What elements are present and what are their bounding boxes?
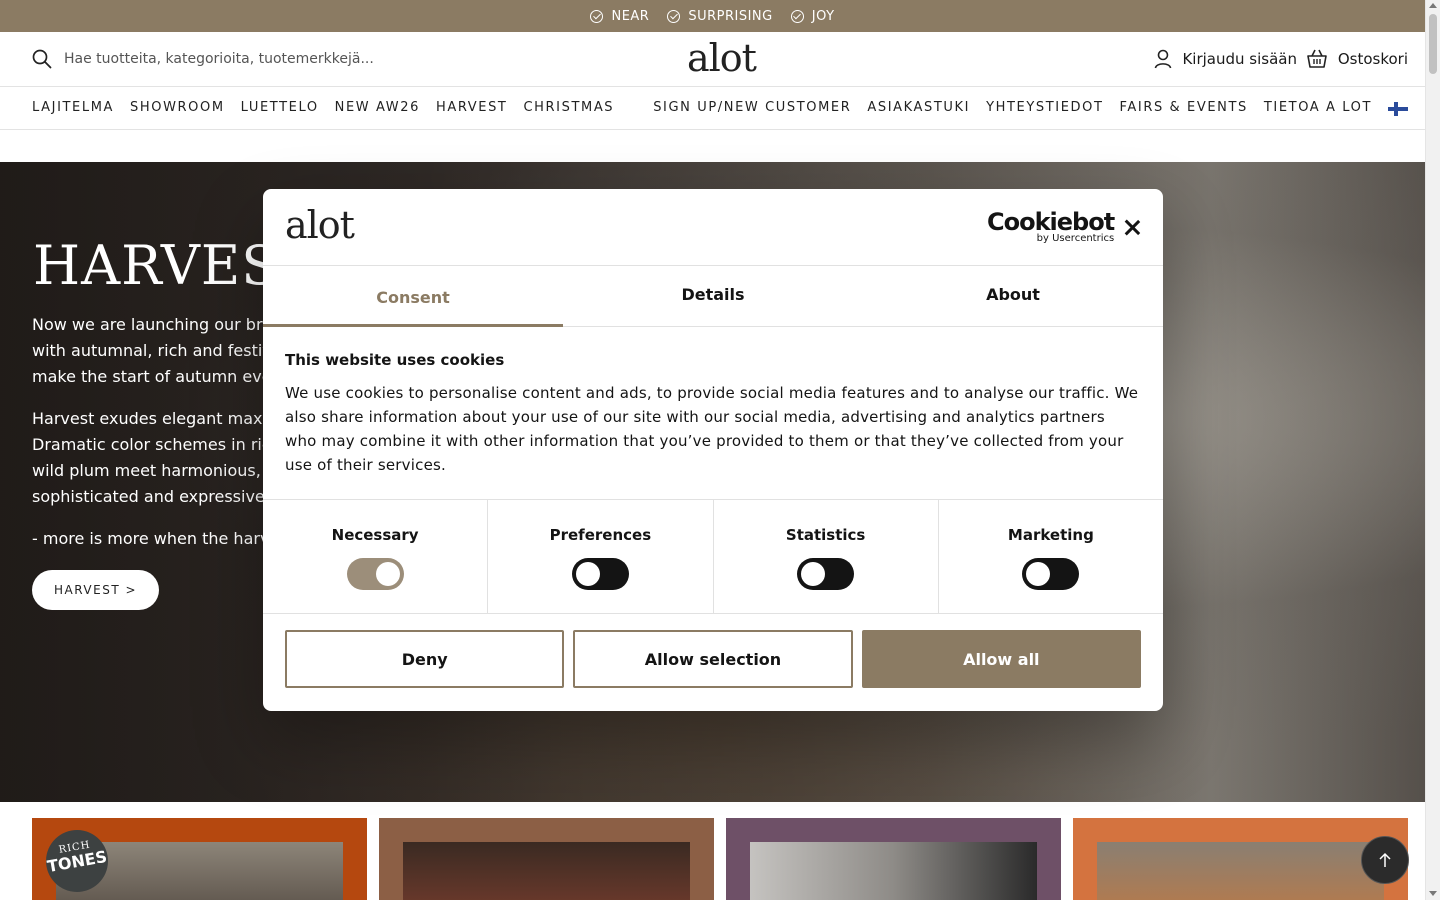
tab-about[interactable]: About bbox=[863, 266, 1163, 326]
provider-name: Cookiebot bbox=[987, 208, 1115, 236]
nav-item-showroom[interactable]: SHOWROOM bbox=[130, 100, 225, 115]
dialog-actions: Deny Allow selection Allow all bbox=[263, 614, 1163, 704]
check-circle-icon bbox=[790, 9, 804, 23]
product-tile[interactable] bbox=[379, 818, 714, 900]
search-bar[interactable] bbox=[32, 49, 394, 69]
deny-button[interactable]: Deny bbox=[285, 630, 565, 688]
usp-item: NEAR bbox=[590, 9, 649, 24]
usp-item: SURPRISING bbox=[667, 9, 772, 24]
usp-item: JOY bbox=[790, 8, 835, 24]
tab-details[interactable]: Details bbox=[563, 266, 863, 326]
nav-left: LAJITELMA SHOWROOM LUETTELO NEW AW26 HAR… bbox=[32, 100, 614, 115]
harvest-button[interactable]: HARVEST > bbox=[32, 570, 160, 610]
nav-item-asiakastuki[interactable]: ASIAKASTUKI bbox=[867, 100, 970, 115]
scroll-to-top-button[interactable] bbox=[1361, 836, 1409, 884]
category-label: Statistics bbox=[785, 526, 866, 544]
preferences-toggle[interactable] bbox=[571, 558, 629, 590]
basket-icon bbox=[1307, 49, 1327, 68]
category-label: Marketing bbox=[1007, 526, 1094, 544]
cookie-consent-dialog: alot Cookiebot by Usercentrics Consent D… bbox=[263, 189, 1163, 711]
statistics-toggle[interactable] bbox=[797, 558, 855, 590]
main-nav: LAJITELMA SHOWROOM LUETTELO NEW AW26 HAR… bbox=[0, 88, 1425, 130]
dialog-logo: alot bbox=[285, 203, 355, 247]
toggle-knob bbox=[801, 562, 826, 586]
nav-item-luettelo[interactable]: LUETTELO bbox=[241, 100, 319, 115]
toggle-knob bbox=[375, 562, 400, 586]
nav-item-harvest[interactable]: HARVEST bbox=[436, 100, 508, 115]
nav-item-christmas[interactable]: CHRISTMAS bbox=[523, 100, 614, 115]
login-label: Kirjaudu sisään bbox=[1182, 50, 1297, 68]
product-image bbox=[403, 842, 690, 900]
usp-label: SURPRISING bbox=[688, 8, 773, 24]
cart-link[interactable]: Ostoskori bbox=[1306, 49, 1408, 69]
category-necessary: Necessary bbox=[263, 500, 489, 613]
tab-consent[interactable]: Consent bbox=[263, 266, 563, 327]
hero-line: Harvest exudes elegant maxim bbox=[32, 409, 283, 428]
scroll-down-arrow-icon[interactable] bbox=[1429, 891, 1437, 896]
product-tile[interactable] bbox=[726, 818, 1061, 900]
category-label: Preferences bbox=[549, 526, 652, 544]
scrollbar-thumb[interactable] bbox=[1429, 14, 1437, 74]
check-circle-icon bbox=[590, 9, 604, 23]
category-statistics: Statistics bbox=[714, 500, 939, 613]
dialog-text: We use cookies to personalise content an… bbox=[285, 384, 1139, 474]
nav-item-lajitelma[interactable]: LAJITELMA bbox=[32, 100, 114, 115]
nav-item-fairs-events[interactable]: FAIRS & EVENTS bbox=[1120, 100, 1248, 115]
hero-line: Dramatic color schemes in rich bbox=[32, 435, 281, 454]
allow-all-button[interactable]: Allow all bbox=[861, 630, 1141, 688]
nav-item-yhteystiedot[interactable]: YHTEYSTIEDOT bbox=[986, 100, 1103, 115]
check-circle-icon bbox=[667, 9, 681, 23]
category-label: Necessary bbox=[331, 526, 419, 544]
dialog-tabs: Consent Details About bbox=[263, 266, 1163, 327]
usp-label: NEAR bbox=[611, 8, 650, 24]
nav-item-tietoa[interactable]: TIETOA A LOT bbox=[1264, 100, 1372, 115]
hero-line: Now we are launching our bran bbox=[32, 315, 283, 334]
hero-line: make the start of autumn even bbox=[32, 367, 282, 386]
cookie-categories: Necessary Preferences Statistics Marketi… bbox=[263, 500, 1163, 614]
marketing-toggle[interactable] bbox=[1022, 558, 1080, 590]
usp-label: JOY bbox=[811, 8, 835, 24]
cart-label: Ostoskori bbox=[1337, 50, 1408, 68]
product-tile[interactable] bbox=[1073, 818, 1408, 900]
hero-line: sophisticated and expressive bbox=[32, 487, 265, 506]
product-tile[interactable]: RICH TONES bbox=[32, 818, 367, 900]
dialog-heading: This website uses cookies bbox=[285, 351, 505, 369]
nav-item-sign-up[interactable]: SIGN UP/NEW CUSTOMER bbox=[653, 100, 851, 115]
necessary-toggle bbox=[346, 558, 404, 590]
finnish-flag-icon[interactable] bbox=[1388, 102, 1408, 116]
dialog-header: alot Cookiebot by Usercentrics bbox=[263, 189, 1163, 266]
product-tiles: RICH TONES bbox=[32, 818, 1408, 900]
site-header: alot Kirjaudu sisään Ostoskori bbox=[0, 32, 1425, 87]
product-image bbox=[1097, 842, 1384, 900]
usp-banner: NEAR SURPRISING JOY bbox=[0, 0, 1425, 32]
dialog-body: This website uses cookies We use cookies… bbox=[263, 327, 1163, 500]
close-icon[interactable] bbox=[1122, 217, 1142, 237]
category-marketing: Marketing bbox=[939, 500, 1163, 613]
login-link[interactable]: Kirjaudu sisään bbox=[1154, 49, 1297, 69]
scroll-up-arrow-icon[interactable] bbox=[1429, 3, 1437, 8]
cookiebot-logo[interactable]: Cookiebot by Usercentrics bbox=[987, 208, 1115, 244]
product-image bbox=[750, 842, 1037, 900]
category-preferences: Preferences bbox=[488, 500, 714, 613]
hero-line: with autumnal, rich and festive bbox=[32, 341, 282, 360]
nav-item-new-aw26[interactable]: NEW AW26 bbox=[335, 100, 420, 115]
arrow-up-icon bbox=[1379, 852, 1391, 867]
user-icon bbox=[1155, 49, 1172, 69]
search-input[interactable] bbox=[64, 51, 394, 67]
toggle-knob bbox=[1026, 562, 1051, 586]
allow-selection-button[interactable]: Allow selection bbox=[573, 630, 853, 688]
search-icon[interactable] bbox=[32, 49, 52, 69]
page-scrollbar[interactable] bbox=[1425, 0, 1440, 900]
hero-line: wild plum meet harmonious, w bbox=[32, 461, 279, 480]
site-logo[interactable]: alot bbox=[687, 36, 757, 80]
toggle-knob bbox=[575, 562, 600, 586]
nav-right: SIGN UP/NEW CUSTOMER ASIAKASTUKI YHTEYST… bbox=[653, 100, 1372, 115]
